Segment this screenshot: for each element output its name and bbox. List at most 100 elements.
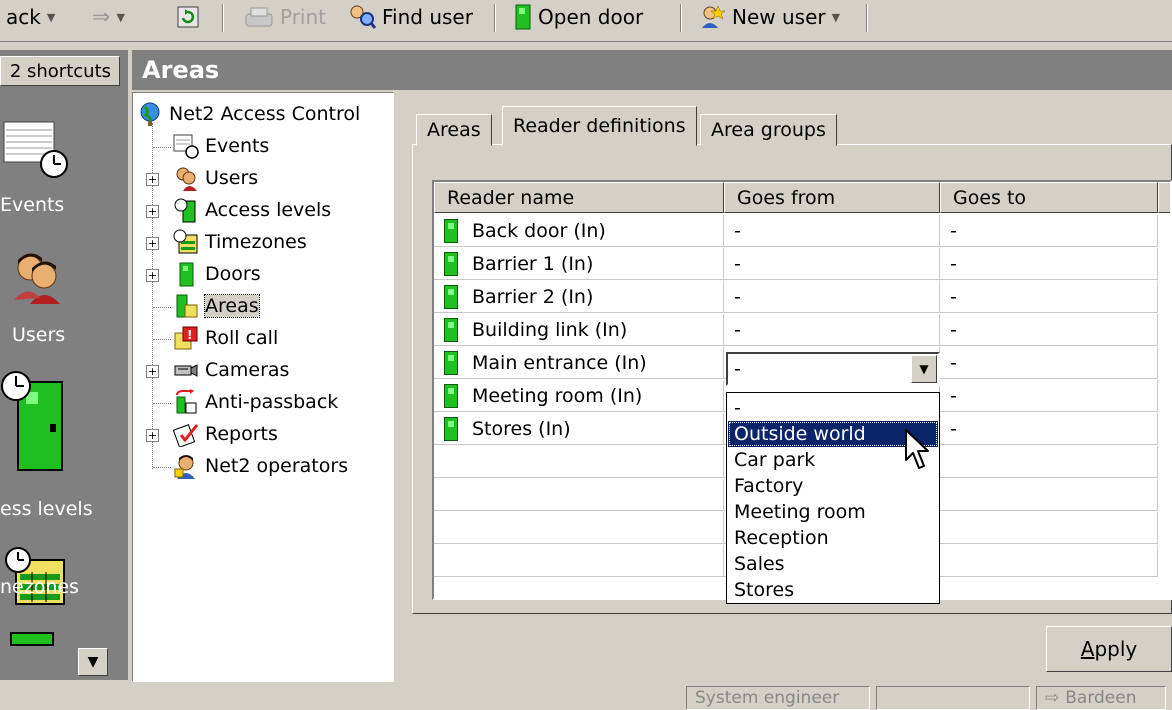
shortcut-scroll-down-button[interactable]: ▼ [78, 648, 108, 676]
tree-node-net2-operators[interactable]: Net2 operators [173, 451, 348, 481]
tree-node-roll-call[interactable]: ! Roll call [173, 323, 278, 353]
column-header-goes-to[interactable]: Goes to [940, 182, 1158, 213]
expand-cameras-icon[interactable]: + [146, 365, 159, 378]
shortcut-access-levels[interactable]: ess levels [0, 370, 128, 520]
areas-icon [176, 294, 198, 318]
table-row[interactable]: Building link (In) - - [434, 314, 1158, 346]
operators-icon [174, 455, 195, 479]
expand-doors-icon[interactable]: + [146, 269, 159, 282]
goes-from-dropdown-list[interactable]: - Outside world Car park Factory Meeting… [726, 392, 940, 604]
table-row[interactable]: Barrier 1 (In) - - [434, 248, 1158, 280]
tree-node-doors[interactable]: Doors [173, 259, 261, 289]
back-dropdown-icon[interactable]: ▼ [47, 11, 55, 24]
goes-to-cell[interactable]: - [940, 281, 1158, 313]
table-row[interactable]: Back door (In) - - [434, 215, 1158, 247]
option-label: Factory [734, 475, 804, 497]
shortcuts-header-button[interactable]: 2 shortcuts [0, 56, 120, 86]
print-button[interactable]: Print [244, 2, 326, 32]
expand-reports-icon[interactable]: + [146, 429, 159, 442]
tree-node-anti-passback[interactable]: Anti-passback [173, 387, 338, 417]
tab-area-groups[interactable]: Area groups [700, 114, 837, 146]
forward-dropdown-icon[interactable]: ▼ [116, 11, 124, 24]
tree-node-reports[interactable]: Reports [173, 419, 278, 449]
shortcut-timezones-label: nezones [0, 576, 79, 598]
shortcut-users-label: Users [12, 324, 66, 346]
goes-to-value: - [950, 352, 957, 374]
forward-button[interactable]: ⇒ ▼ [92, 2, 125, 32]
reader-name: Building link (In) [472, 319, 628, 341]
goes-to-cell[interactable]: - [940, 248, 1158, 280]
apply-button[interactable]: Apply [1046, 626, 1172, 672]
find-user-button[interactable]: Find user [348, 2, 473, 32]
tree-node-access-levels[interactable]: Access levels [173, 195, 331, 225]
tree-label: Doors [205, 263, 261, 285]
reader-door-icon [444, 417, 458, 441]
dropdown-option[interactable]: Factory [728, 473, 938, 499]
shortcut-events[interactable]: Events [0, 110, 128, 220]
tree-node-events[interactable]: Events [173, 131, 269, 161]
goes-from-combobox[interactable]: - ▼ [726, 352, 940, 386]
dropdown-option[interactable]: Meeting room [728, 499, 938, 525]
open-door-button[interactable]: Open door [514, 2, 643, 32]
apply-accelerator: A [1080, 637, 1095, 661]
expand-timezones-icon[interactable]: + [146, 237, 159, 250]
tree-node-users[interactable]: Users [173, 163, 258, 193]
tree-label: Access levels [205, 199, 332, 221]
dropdown-option[interactable]: Stores [728, 577, 938, 603]
tree-node-root[interactable]: Net2 Access Control [137, 99, 360, 129]
tree-node-cameras[interactable]: Cameras [173, 355, 289, 385]
goes-to-cell[interactable]: - [940, 314, 1158, 346]
tree-label: Events [205, 135, 270, 157]
back-label: ack [6, 5, 41, 29]
navigation-tree[interactable]: Net2 Access Control Events + Users + Acc… [132, 92, 394, 682]
toolbar-separator [222, 4, 224, 32]
tab-reader-definitions[interactable]: Reader definitions [502, 106, 697, 146]
refresh-button[interactable] [176, 2, 200, 32]
reader-name-cell[interactable]: Meeting room (In) [434, 380, 724, 412]
table-row[interactable]: Barrier 2 (In) - - [434, 281, 1158, 313]
reader-door-icon [444, 252, 458, 276]
expand-access-levels-icon[interactable]: + [146, 205, 159, 218]
goes-to-cell[interactable]: - [940, 413, 1158, 445]
tree-node-areas[interactable]: Areas [173, 291, 260, 321]
camera-icon [174, 364, 198, 377]
dropdown-option[interactable]: - [728, 395, 938, 421]
tab-areas[interactable]: Areas [416, 114, 492, 146]
new-user-button[interactable]: New user ▼ [700, 2, 840, 32]
reader-name: Barrier 2 (In) [472, 286, 594, 308]
dropdown-option[interactable]: Sales [728, 551, 938, 577]
reader-name-cell[interactable]: Main entrance (In) [434, 347, 724, 379]
goes-to-value: - [950, 253, 957, 275]
tree-node-timezones[interactable]: Timezones [173, 227, 307, 257]
goes-from-cell[interactable]: - [724, 314, 940, 346]
access-levels-icon [1, 371, 63, 471]
reader-name-cell[interactable]: Barrier 2 (In) [434, 281, 724, 313]
column-header-goes-from[interactable]: Goes from [724, 182, 940, 213]
combobox-dropdown-button[interactable]: ▼ [911, 355, 937, 383]
reader-name-cell[interactable]: Stores (In) [434, 413, 724, 445]
shortcut-access-levels-label: ess levels [0, 498, 93, 520]
reader-name-cell[interactable]: Building link (In) [434, 314, 724, 346]
goes-to-cell[interactable]: - [940, 380, 1158, 412]
shortcut-users[interactable]: Users [0, 236, 128, 356]
goes-from-cell[interactable]: - [724, 215, 940, 247]
page-title: Areas [142, 56, 220, 84]
toolbar-separator [866, 4, 868, 32]
column-header-reader-name[interactable]: Reader name [434, 182, 724, 213]
goes-to-cell[interactable]: - [940, 215, 1158, 247]
goes-from-cell[interactable]: - [724, 281, 940, 313]
option-label: - [734, 397, 741, 419]
reader-name-cell[interactable]: Back door (In) [434, 215, 724, 247]
expand-users-icon[interactable]: + [146, 173, 159, 186]
apply-label: Apply [1081, 637, 1137, 661]
back-button[interactable]: ack ▼ [6, 2, 55, 32]
goes-from-cell[interactable]: - [724, 248, 940, 280]
print-label: Print [280, 5, 327, 29]
find-user-label: Find user [382, 5, 473, 29]
option-label: Stores [734, 579, 795, 601]
reader-name-cell[interactable]: Barrier 1 (In) [434, 248, 724, 280]
goes-to-cell[interactable]: - [940, 347, 1158, 379]
new-user-dropdown-icon[interactable]: ▼ [832, 11, 840, 24]
column-header-label: Goes from [737, 186, 836, 209]
dropdown-option[interactable]: Reception [728, 525, 938, 551]
